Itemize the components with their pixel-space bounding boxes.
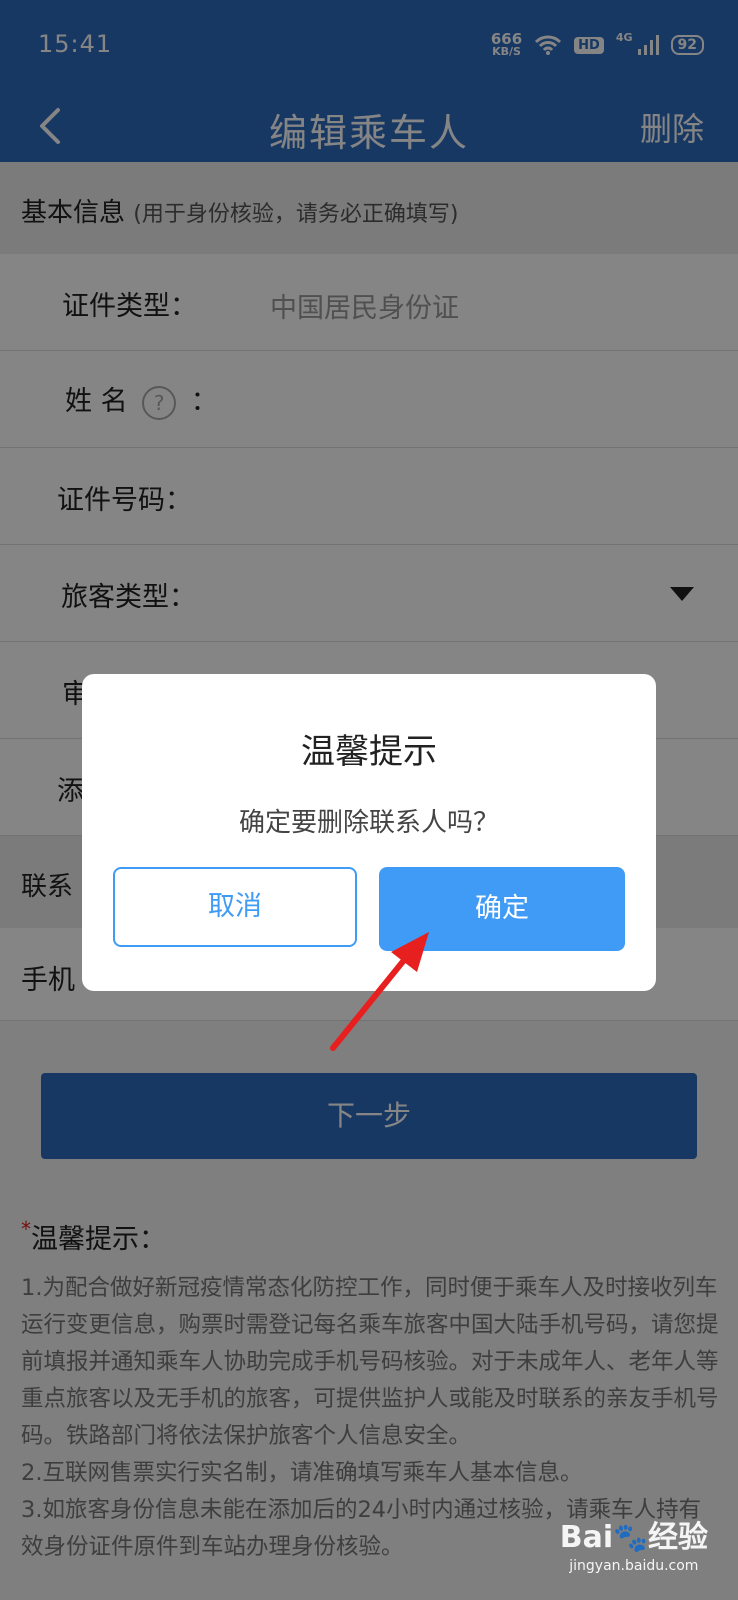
dialog-message: 确定要删除联系人吗？ bbox=[238, 808, 499, 838]
watermark-url: jingyan.baidu.com bbox=[569, 1558, 699, 1574]
red-arrow-icon bbox=[330, 932, 429, 1051]
paw-icon: 🐾 bbox=[613, 1521, 648, 1554]
baidu-logo: Bai🐾经验 bbox=[559, 1520, 708, 1555]
dialog-title: 温馨提示 bbox=[301, 732, 437, 772]
cancel-button[interactable]: 取消 bbox=[113, 867, 357, 947]
baidu-watermark: Bai🐾经验 jingyan.baidu.com bbox=[560, 1512, 708, 1574]
